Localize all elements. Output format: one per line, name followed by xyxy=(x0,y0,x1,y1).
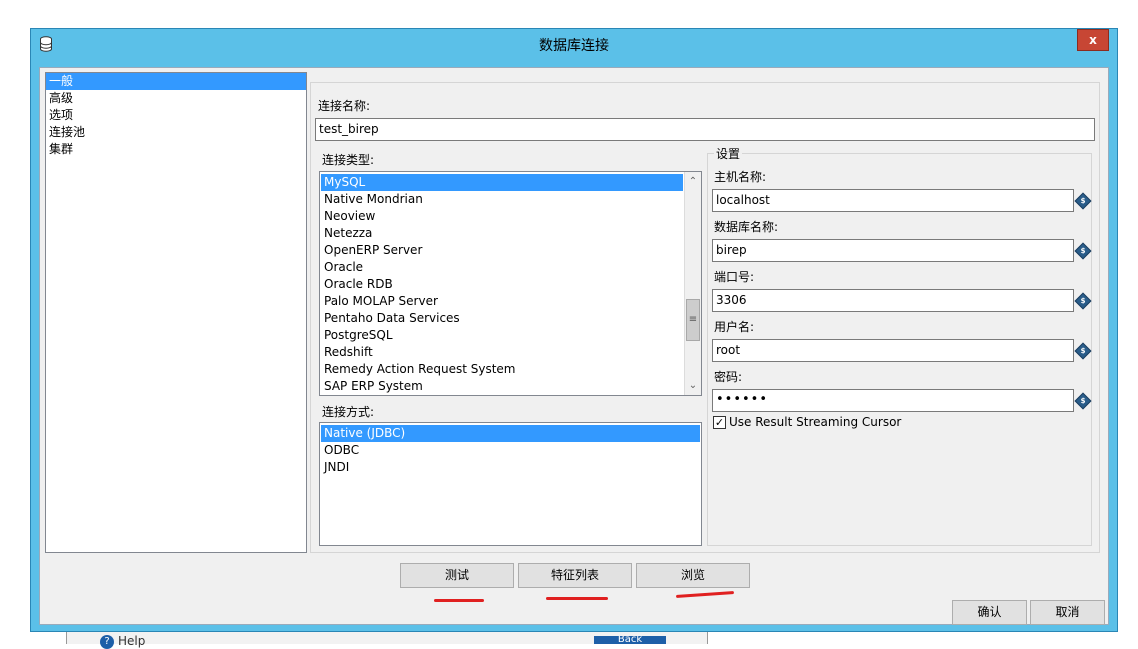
background-help-link: ? Help xyxy=(100,634,145,649)
connection-type-item[interactable]: MySQL xyxy=(321,174,683,191)
host-label: 主机名称: xyxy=(714,170,767,184)
ok-button[interactable]: 确认 xyxy=(952,600,1027,625)
database-name-label: 数据库名称: xyxy=(714,220,779,234)
variable-icon[interactable]: $ xyxy=(1074,392,1092,410)
explore-button[interactable]: 浏览 xyxy=(636,563,750,588)
scroll-down-icon[interactable]: ⌄ xyxy=(685,377,701,394)
variable-icon[interactable]: $ xyxy=(1074,342,1092,360)
background-back-button: Back xyxy=(594,636,666,644)
connection-type-item[interactable]: Native Mondrian xyxy=(321,191,683,208)
host-input[interactable]: localhost xyxy=(712,189,1074,212)
connection-type-item[interactable]: Palo MOLAP Server xyxy=(321,293,683,310)
feature-list-button[interactable]: 特征列表 xyxy=(518,563,632,588)
annotation-underline xyxy=(434,599,484,602)
sidebar-item-clustering[interactable]: 集群 xyxy=(46,141,306,158)
connection-type-item[interactable]: Oracle RDB xyxy=(321,276,683,293)
connection-type-item[interactable]: PostgreSQL xyxy=(321,327,683,344)
category-list: 一般 高级 选项 连接池 集群 xyxy=(45,72,307,553)
variable-icon[interactable]: $ xyxy=(1074,292,1092,310)
annotation-underline xyxy=(675,590,735,599)
sidebar-item-advanced[interactable]: 高级 xyxy=(46,90,306,107)
test-button[interactable]: 测试 xyxy=(400,563,514,588)
access-method-items: Native (JDBC) ODBC JNDI xyxy=(321,425,700,476)
settings-group: 设置 主机名称: localhost $ 数据库名称: birep $ 端口号:… xyxy=(707,145,1092,546)
access-method-jndi[interactable]: JNDI xyxy=(321,459,700,476)
username-label: 用户名: xyxy=(714,320,755,334)
connection-type-item[interactable]: Redshift xyxy=(321,344,683,361)
sidebar-item-pooling[interactable]: 连接池 xyxy=(46,124,306,141)
access-method-native-jdbc[interactable]: Native (JDBC) xyxy=(321,425,700,442)
help-icon: ? xyxy=(100,634,114,649)
sidebar-item-options[interactable]: 选项 xyxy=(46,107,306,124)
streaming-cursor-label: Use Result Streaming Cursor xyxy=(729,415,902,429)
access-method-odbc[interactable]: ODBC xyxy=(321,442,700,459)
connection-type-item[interactable]: Neoview xyxy=(321,208,683,225)
port-label: 端口号: xyxy=(714,270,755,284)
dialog-body: 一般 高级 选项 连接池 集群 连接名称: test_birep 连接类型: M… xyxy=(39,67,1109,625)
access-method-label: 连接方式: xyxy=(322,405,375,419)
background-help-label: Help xyxy=(118,634,146,648)
username-input[interactable]: root xyxy=(712,339,1074,362)
connection-type-label: 连接类型: xyxy=(322,153,375,167)
cancel-button[interactable]: 取消 xyxy=(1030,600,1105,625)
annotation-underline xyxy=(546,597,608,600)
connection-type-scrollbar[interactable]: ⌃ ≡ ⌄ xyxy=(684,172,701,395)
scroll-up-icon[interactable]: ⌃ xyxy=(685,173,701,190)
settings-group-title: 设置 xyxy=(714,145,743,162)
port-input[interactable]: 3306 xyxy=(712,289,1074,312)
password-input[interactable]: •••••• xyxy=(712,389,1074,412)
password-label: 密码: xyxy=(714,370,743,384)
connection-type-item[interactable]: OpenERP Server xyxy=(321,242,683,259)
access-method-list: Native (JDBC) ODBC JNDI xyxy=(319,422,702,546)
connection-type-item[interactable]: Oracle xyxy=(321,259,683,276)
connection-type-item[interactable]: Netezza xyxy=(321,225,683,242)
sidebar-item-general[interactable]: 一般 xyxy=(46,73,306,90)
general-panel: 连接名称: test_birep 连接类型: MySQL Native Mondr… xyxy=(310,82,1100,553)
database-name-input[interactable]: birep xyxy=(712,239,1074,262)
close-button[interactable]: x xyxy=(1077,29,1109,51)
connection-name-input[interactable]: test_birep xyxy=(315,118,1095,141)
connection-name-label: 连接名称: xyxy=(318,99,371,113)
connection-type-items: MySQL Native Mondrian Neoview Netezza OpenER… xyxy=(321,174,683,395)
dialog-title: 数据库连接 xyxy=(539,38,609,54)
scroll-thumb[interactable]: ≡ xyxy=(686,299,700,341)
connection-type-item[interactable]: Pentaho Data Services xyxy=(321,310,683,327)
variable-icon[interactable]: $ xyxy=(1074,192,1092,210)
connection-type-item[interactable]: Remedy Action Request System xyxy=(321,361,683,378)
connection-type-list: MySQL Native Mondrian Neoview Netezza OpenER… xyxy=(319,171,702,396)
streaming-cursor-checkbox[interactable]: ✓ xyxy=(713,416,726,429)
variable-icon[interactable]: $ xyxy=(1074,242,1092,260)
database-connection-dialog: 数据库连接 x 一般 高级 选项 连接池 集群 连接名称: test_birep… xyxy=(30,28,1118,632)
connection-type-item[interactable]: SAP ERP System xyxy=(321,378,683,395)
